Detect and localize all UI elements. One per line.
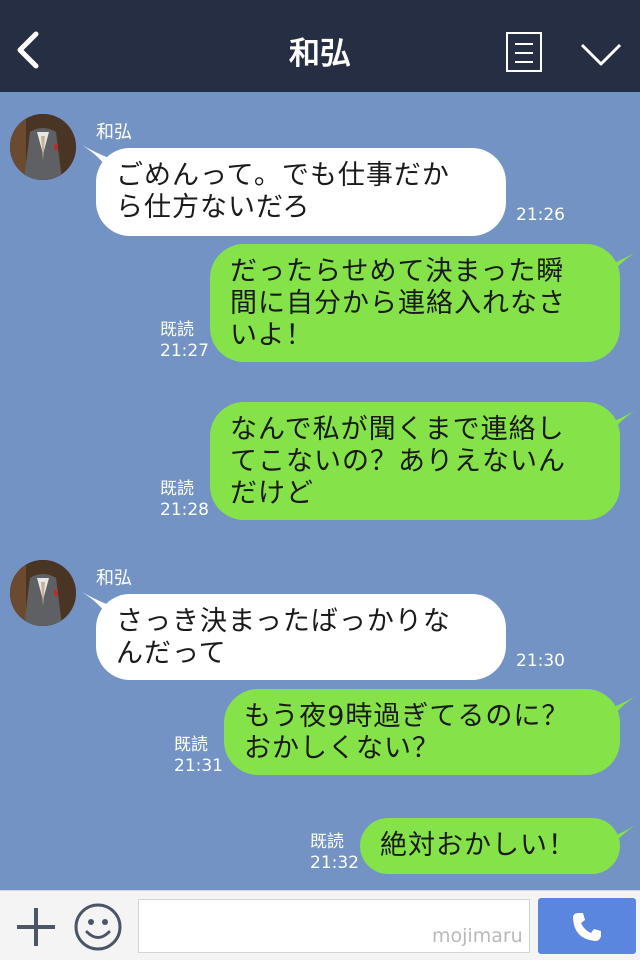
message-bubble-outgoing[interactable]: もう夜9時過ぎてるのに？ おかしくない？ (224, 689, 620, 775)
message-bubble-outgoing[interactable]: なんで私が聞くまで連絡し てこないの？ありえないん だけど (210, 402, 620, 520)
phone-icon (573, 913, 601, 941)
message-bubble-incoming[interactable]: ごめんって。でも仕事だか ら仕方ないだろ (96, 148, 506, 236)
watermark-text: mojimaru (432, 925, 523, 947)
chat-title: 和弘 (289, 36, 351, 72)
read-receipt: 既読 (160, 320, 194, 340)
message-time: 21:32 (310, 853, 359, 873)
plus-icon[interactable] (14, 905, 58, 949)
call-button[interactable] (538, 898, 636, 954)
read-receipt: 既読 (174, 735, 208, 755)
read-receipt: 既読 (310, 832, 344, 852)
chat-message-list[interactable]: 和弘 ごめんって。でも仕事だか ら仕方ないだろ 21:26 だったらせめて決まっ… (0, 92, 640, 890)
menu-list-icon[interactable] (506, 32, 542, 72)
sender-name: 和弘 (96, 122, 132, 143)
message-time: 21:31 (174, 756, 223, 776)
message-bubble-incoming[interactable]: さっき決まったばっかりな んだって (96, 594, 506, 680)
read-receipt: 既読 (160, 479, 194, 499)
message-input-bar: mojimaru (0, 890, 640, 960)
avatar-suit-image (10, 560, 76, 626)
chevron-down-icon[interactable] (580, 42, 622, 68)
message-bubble-outgoing[interactable]: 絶対おかしい！ (360, 818, 620, 874)
avatar-suit-image (10, 114, 76, 180)
avatar[interactable] (10, 114, 76, 180)
sender-name: 和弘 (96, 568, 132, 589)
avatar[interactable] (10, 560, 76, 626)
chat-header: 和弘 (0, 0, 640, 92)
message-time: 21:27 (160, 341, 209, 361)
message-time: 21:30 (516, 651, 565, 671)
message-time: 21:26 (516, 205, 565, 225)
message-bubble-outgoing[interactable]: だったらせめて決まった瞬 間に自分から連絡入れなさ いよ！ (210, 244, 620, 362)
smiley-icon[interactable] (72, 901, 124, 953)
message-time: 21:28 (160, 500, 209, 520)
